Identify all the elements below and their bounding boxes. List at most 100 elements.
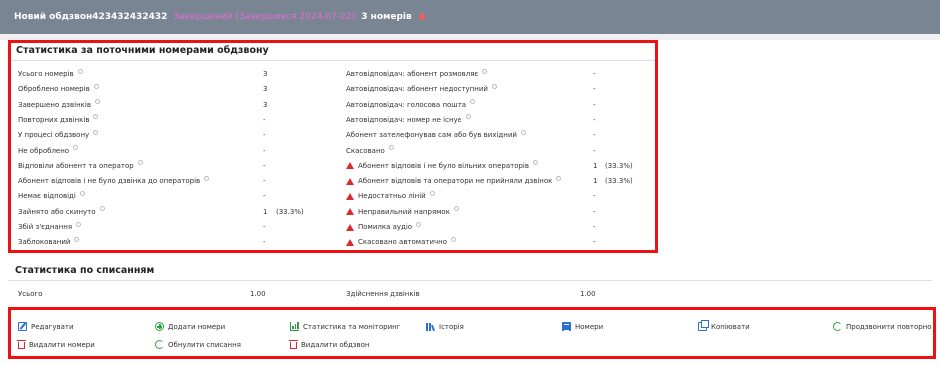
stat-label: Помилка аудіо bbox=[358, 223, 413, 231]
stat-label-wrap: Абонент зателефонував сам або був вихідн… bbox=[346, 129, 526, 139]
charges-calls-value: 1.00 bbox=[580, 290, 596, 298]
charges-title: Статистика по списанням bbox=[15, 265, 155, 276]
warning-triangle-icon bbox=[417, 12, 428, 22]
numbers-button[interactable]: Номери bbox=[562, 322, 603, 331]
stat-label: Немає відповіді bbox=[18, 192, 76, 201]
add-numbers-button[interactable]: Додати номери bbox=[155, 322, 225, 331]
warning-triangle-icon bbox=[346, 208, 354, 216]
stat-label-wrap: Немає відповіді bbox=[18, 190, 85, 201]
charges-calls-label: Здійснення дзвінків bbox=[346, 290, 420, 298]
divider bbox=[8, 280, 932, 281]
stats-title: Статистика за поточними номерами обдзвон… bbox=[16, 45, 269, 56]
stat-label-wrap: Повторних дзвінків bbox=[18, 114, 99, 124]
edit-label: Редагувати bbox=[31, 322, 74, 331]
stat-percent: (33.3%) bbox=[605, 177, 633, 186]
stat-label-wrap: Оброблено номерів bbox=[18, 83, 99, 93]
stats-monitoring-button[interactable]: Статистика та моніторинг bbox=[290, 322, 400, 331]
delete-numbers-label: Видалити номери bbox=[29, 340, 95, 349]
warning-triangle-icon bbox=[346, 223, 354, 231]
help-icon[interactable] bbox=[74, 236, 80, 242]
history-button[interactable]: Історія bbox=[426, 322, 464, 332]
warning-triangle-icon bbox=[346, 192, 354, 200]
stat-label-wrap: Неправильний напрямок bbox=[346, 206, 459, 216]
help-icon[interactable] bbox=[482, 68, 488, 74]
help-icon[interactable] bbox=[453, 206, 459, 212]
stat-label-wrap: Абонент відповів і не було вільних опера… bbox=[346, 160, 538, 170]
stat-label: Скасовано bbox=[346, 146, 385, 155]
numbers-label: Номери bbox=[575, 322, 604, 331]
help-icon[interactable] bbox=[99, 206, 105, 212]
stat-value: 1 bbox=[593, 161, 598, 170]
help-icon[interactable] bbox=[451, 236, 457, 242]
divider bbox=[11, 60, 655, 61]
help-icon[interactable] bbox=[491, 83, 497, 89]
stat-value: 3 bbox=[263, 85, 268, 94]
stat-value: 3 bbox=[263, 100, 268, 109]
help-icon[interactable] bbox=[94, 99, 100, 105]
stat-value: 3 bbox=[263, 70, 268, 78]
stat-label: Абонент відповів та оператори не прийнял… bbox=[358, 177, 553, 186]
history-icon bbox=[426, 322, 435, 332]
add-circle-icon bbox=[155, 322, 164, 331]
charges-total-value: 1.00 bbox=[250, 290, 266, 298]
stat-label: Заблокований bbox=[18, 238, 71, 247]
edit-icon bbox=[18, 322, 27, 331]
stat-value: - bbox=[263, 131, 266, 140]
stat-value: - bbox=[593, 70, 596, 78]
help-icon[interactable] bbox=[93, 114, 99, 120]
help-icon[interactable] bbox=[470, 99, 476, 105]
add-numbers-label: Додати номери bbox=[168, 322, 226, 331]
help-icon[interactable] bbox=[465, 114, 471, 120]
reset-charges-label: Обнулити списання bbox=[168, 340, 241, 349]
stat-value: 1 bbox=[593, 177, 598, 186]
stat-label: Збій з'єднання bbox=[18, 223, 73, 231]
stat-label-wrap: Усього номерів bbox=[18, 68, 83, 78]
help-icon[interactable] bbox=[77, 68, 83, 74]
delete-numbers-button[interactable]: Видалити номери bbox=[17, 340, 95, 349]
stat-value: - bbox=[263, 146, 266, 155]
help-icon[interactable] bbox=[429, 190, 435, 196]
stat-percent: (33.3%) bbox=[605, 161, 633, 170]
copy-button[interactable]: Копіювати bbox=[698, 320, 750, 331]
reset-charges-button[interactable]: Обнулити списання bbox=[155, 340, 241, 349]
redial-label: Продзвонити повторно bbox=[846, 322, 932, 331]
campaign-status: Завершений (Завершився 2024-07-22) bbox=[173, 12, 356, 22]
stat-label: Абонент відповів і не було дзвінка до оп… bbox=[18, 177, 201, 186]
help-icon[interactable] bbox=[137, 160, 143, 166]
trash-icon bbox=[17, 340, 26, 349]
stat-label: Відповіли абонент та оператор bbox=[18, 161, 134, 170]
copy-icon bbox=[698, 320, 709, 331]
stat-label: Скасовано автоматично bbox=[358, 238, 448, 247]
stat-label-wrap: Автовідповідач: абонент розмовляє bbox=[346, 68, 488, 78]
redial-button[interactable]: Продзвонити повторно bbox=[833, 322, 932, 331]
copy-label: Копіювати bbox=[711, 322, 750, 331]
edit-button[interactable]: Редагувати bbox=[18, 322, 74, 331]
stat-label: Не оброблено bbox=[18, 146, 70, 155]
help-icon[interactable] bbox=[93, 83, 99, 89]
stat-label: Абонент відповів і не було вільних опера… bbox=[358, 161, 529, 170]
help-icon[interactable] bbox=[520, 129, 526, 135]
stat-value: - bbox=[593, 207, 596, 216]
campaign-header: Новий обдзвон423432432432 Завершений (За… bbox=[0, 0, 940, 34]
help-icon[interactable] bbox=[556, 175, 562, 181]
help-icon[interactable] bbox=[93, 129, 99, 135]
delete-campaign-button[interactable]: Видалити обдзвон bbox=[289, 340, 370, 349]
help-icon[interactable] bbox=[388, 145, 394, 150]
help-icon[interactable] bbox=[204, 175, 210, 181]
help-icon[interactable] bbox=[416, 221, 422, 227]
stat-value: - bbox=[593, 131, 596, 140]
help-icon[interactable] bbox=[76, 221, 82, 227]
campaign-title: Новий обдзвон423432432432 bbox=[14, 12, 168, 22]
stat-value: - bbox=[593, 146, 596, 155]
help-icon[interactable] bbox=[79, 190, 85, 196]
stats-monitoring-label: Статистика та моніторинг bbox=[303, 322, 401, 331]
stat-label-wrap: Абонент відповів та оператори не прийнял… bbox=[346, 175, 562, 186]
current-numbers-stats-panel: Статистика за поточними номерами обдзвон… bbox=[8, 40, 658, 253]
stat-label: Неправильний напрямок bbox=[358, 207, 450, 216]
bar-chart-icon bbox=[290, 322, 299, 331]
help-icon[interactable] bbox=[533, 160, 538, 166]
stat-label-wrap: Відповіли абонент та оператор bbox=[18, 160, 143, 170]
stat-label-wrap: Абонент відповів і не було дзвінка до оп… bbox=[18, 175, 210, 186]
help-icon[interactable] bbox=[73, 145, 79, 150]
stat-value: - bbox=[593, 192, 596, 201]
